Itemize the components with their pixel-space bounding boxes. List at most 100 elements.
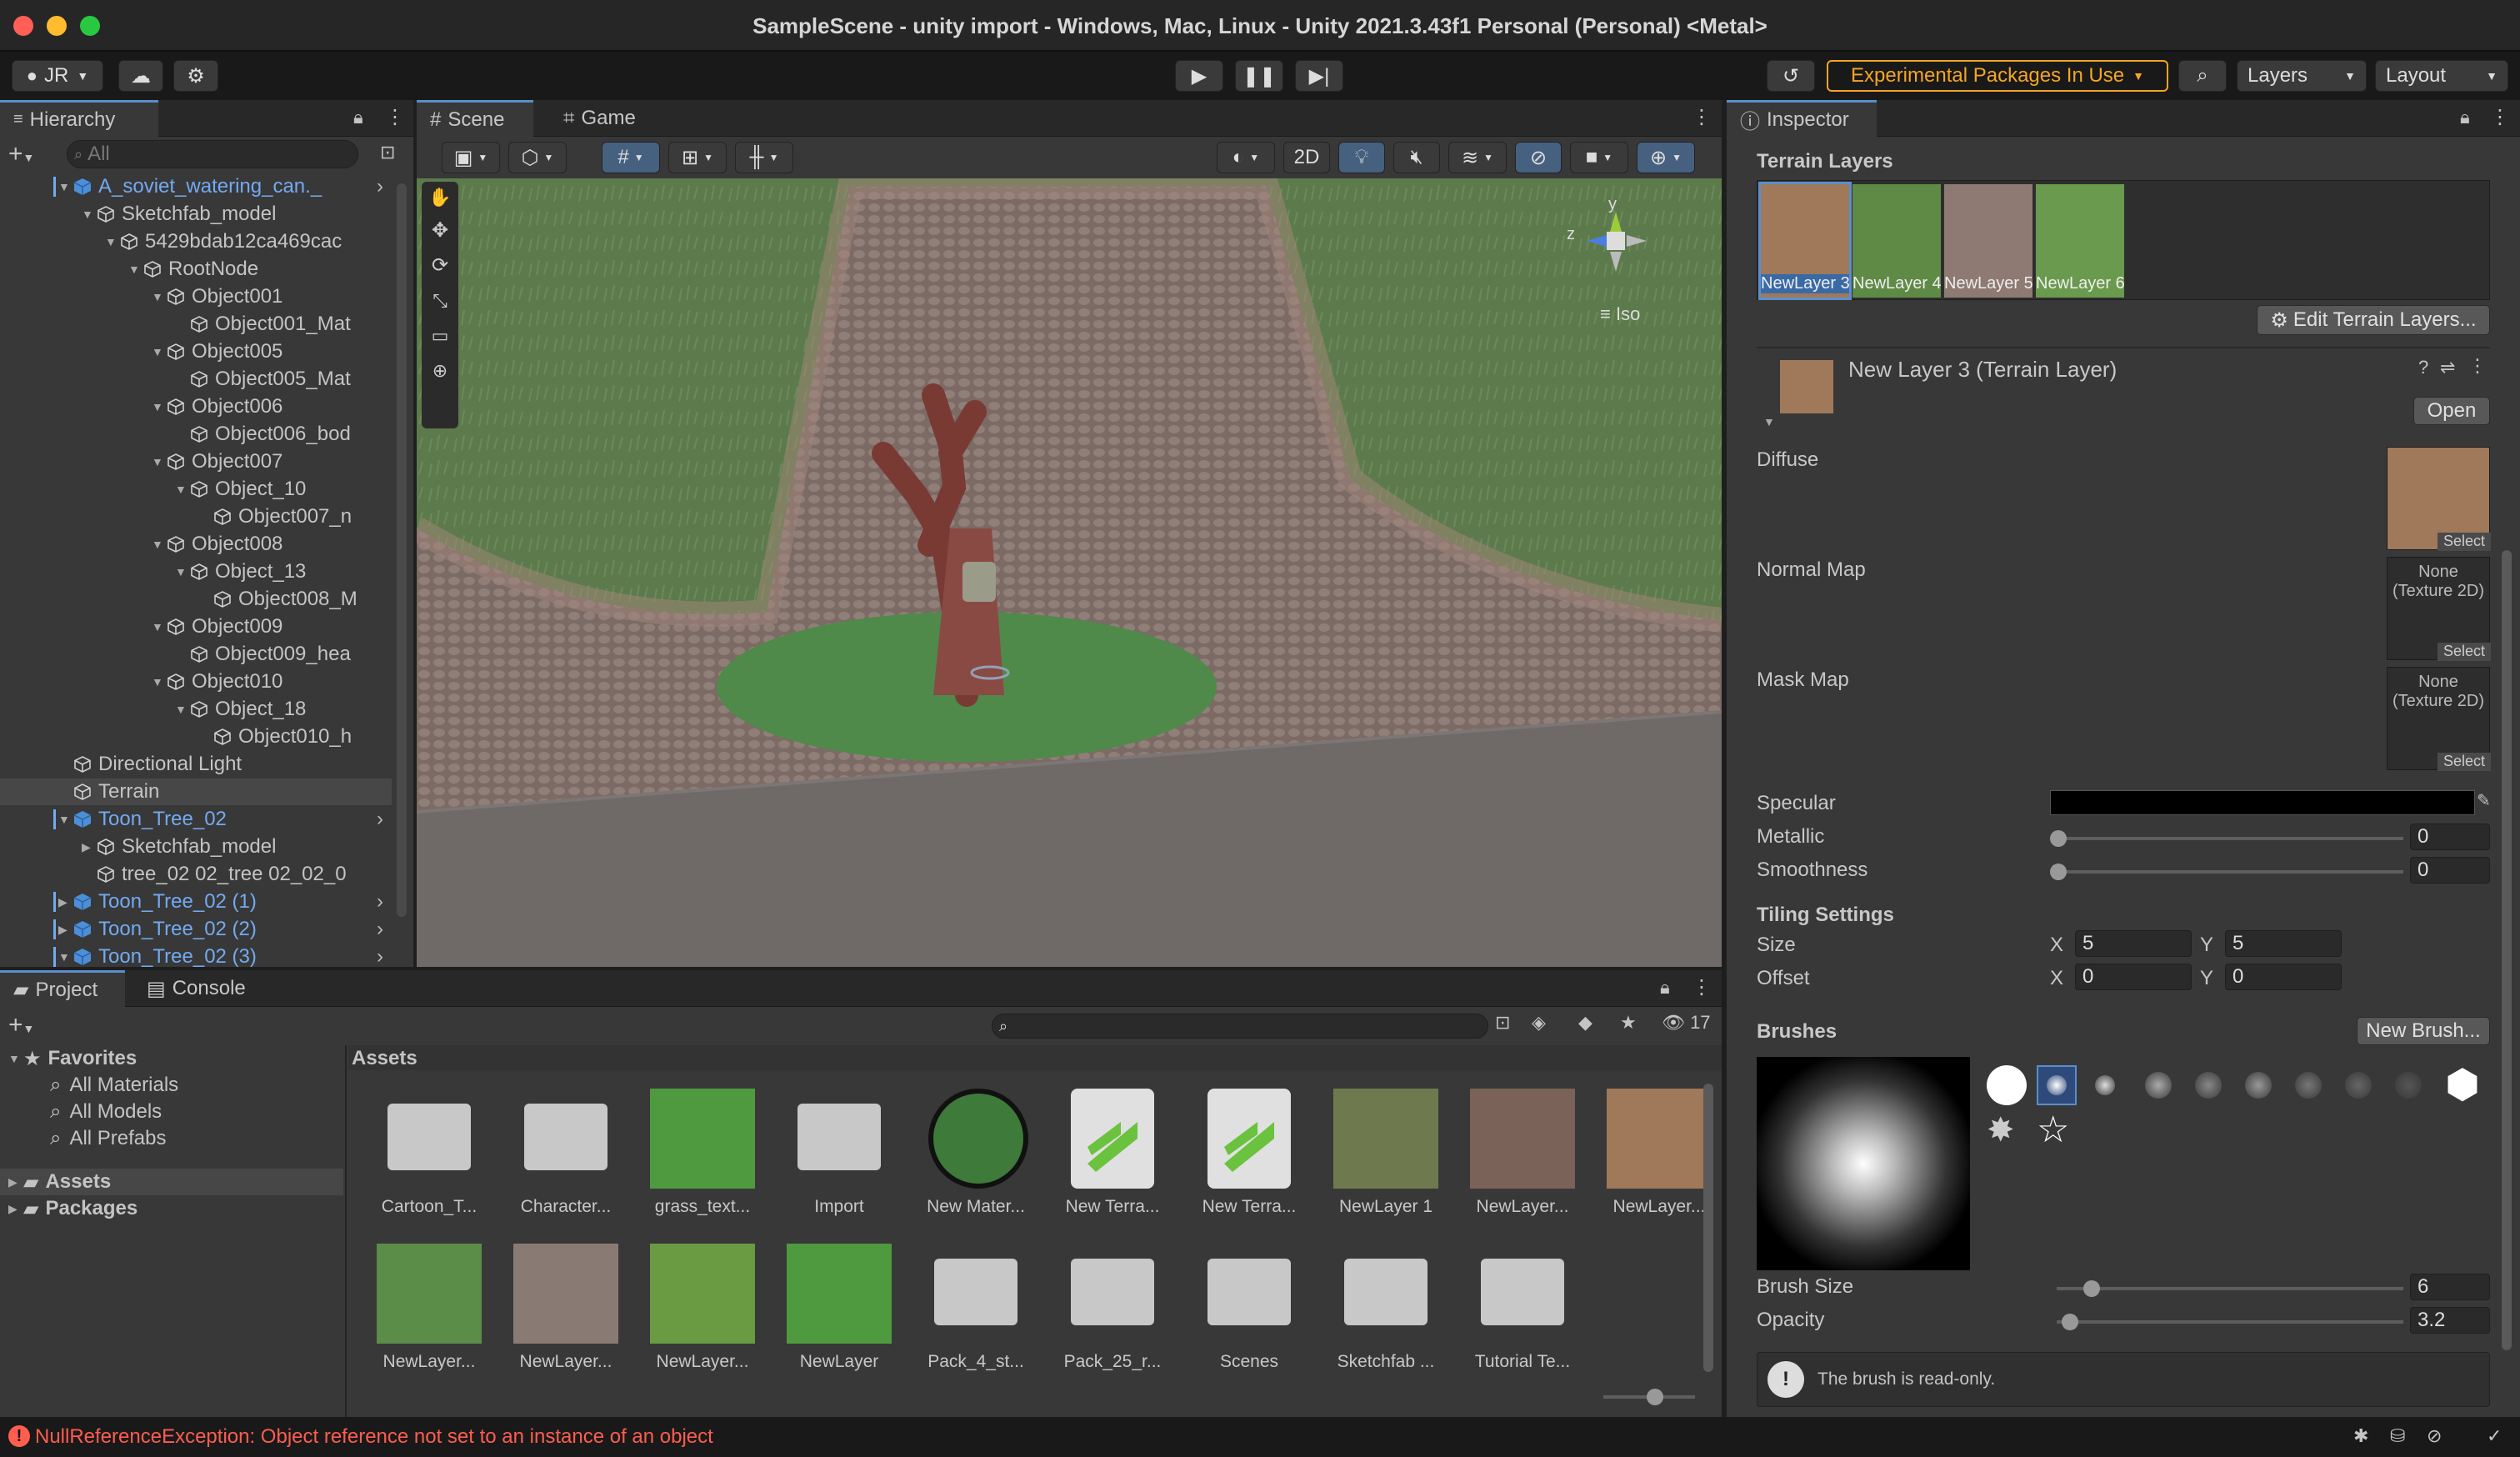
asset-item[interactable]: NewLayer (777, 1242, 902, 1389)
fold-open-icon[interactable]: ▼ (175, 483, 190, 496)
normal-map-texture-slot[interactable]: None (Texture 2D) Select (2387, 557, 2491, 661)
gizmo-neg-y-arrow[interactable] (1610, 252, 1622, 272)
play-button[interactable]: ▶ (1175, 60, 1223, 92)
asset-item[interactable]: Cartoon_T... (367, 1087, 492, 1234)
fold-open-icon[interactable]: ▼ (152, 675, 167, 688)
mask-map-texture-slot[interactable]: None (Texture 2D) Select (2387, 667, 2491, 771)
checkmark-icon[interactable]: ✓ (2487, 1425, 2502, 1447)
scene-visibility-toggle[interactable]: ⊘ (1515, 142, 1562, 173)
smoothness-input[interactable]: 0 (2410, 857, 2490, 884)
mask-select-button[interactable]: Select (2438, 753, 2491, 771)
hierarchy-item[interactable]: Terrain (0, 779, 392, 805)
asset-item[interactable]: Pack_4_st... (913, 1242, 1038, 1389)
tab-inspector[interactable]: ⓘ Inspector (1727, 100, 1877, 137)
gizmo-y-arrow[interactable] (1610, 212, 1622, 232)
gizmo-x-arrow[interactable] (1627, 235, 1647, 247)
brush-size-slider-knob[interactable] (2083, 1280, 2100, 1297)
brush-noise-3[interactable] (2245, 1072, 2272, 1099)
hidden-packages-toggle[interactable]: 👁︎ 17 (1662, 1012, 1711, 1034)
gpu-icon[interactable]: ⊘ (2427, 1425, 2442, 1447)
lighting-toggle[interactable]: 💡︎ (1338, 142, 1385, 173)
pause-button[interactable]: ❚❚ (1235, 60, 1283, 92)
opacity-input[interactable]: 3.2 (2410, 1307, 2490, 1334)
tag-icon[interactable]: ◆ (1578, 1012, 1592, 1034)
hierarchy-scrollbar[interactable] (397, 183, 407, 917)
open-button[interactable]: Open (2413, 397, 2490, 425)
size-y-input[interactable]: 5 (2225, 930, 2342, 957)
hierarchy-item[interactable]: ▶ Toon_Tree_02 (1) › (0, 889, 392, 915)
asset-item[interactable]: Pack_25_r... (1050, 1242, 1175, 1389)
fold-closed-icon[interactable]: ▶ (58, 895, 73, 909)
brush-size-slider-track[interactable] (2057, 1287, 2403, 1290)
brush-star[interactable]: ☆ (2037, 1112, 2069, 1149)
projection-toggle[interactable]: ≡ Iso (1600, 303, 1640, 325)
tab-scene[interactable]: # Scene (417, 100, 533, 137)
fold-open-icon[interactable]: ▼ (58, 813, 73, 826)
draw-mode-dropdown[interactable]: ◐ ▼ (1217, 142, 1275, 173)
opacity-slider-knob[interactable] (2062, 1314, 2078, 1330)
hierarchy-item[interactable]: ▼ Object_10 (0, 476, 392, 503)
create-button[interactable]: +▼ (8, 140, 50, 168)
hierarchy-item[interactable]: ▼ RootNode (0, 256, 392, 283)
inspector-scrollbar[interactable] (2502, 550, 2512, 1350)
hierarchy-item[interactable]: ▶ Sketchfab_model (0, 834, 392, 860)
favorite-item[interactable]: ⌕ All Materials (50, 1072, 178, 1099)
offset-y-input[interactable]: 0 (2225, 964, 2342, 990)
fold-closed-icon[interactable]: ▶ (58, 923, 73, 937)
hierarchy-item[interactable]: ▼ Toon_Tree_02 (3) › (0, 944, 392, 967)
more-options-icon[interactable]: ⋮ (1692, 975, 1712, 999)
asset-item[interactable]: NewLayer... (640, 1242, 765, 1389)
icon-size-slider-knob[interactable] (1647, 1389, 1663, 1405)
brush-noise-5[interactable] (2345, 1072, 2372, 1099)
chevron-right-icon[interactable]: › (377, 808, 383, 831)
account-dropdown[interactable]: ● JR ▼ (12, 60, 103, 92)
asset-item[interactable]: NewLayer... (367, 1242, 492, 1389)
hierarchy-item[interactable]: ▼ A_soviet_watering_can._ › (0, 173, 392, 200)
preset-icon[interactable]: ⇌ (2440, 357, 2455, 378)
brush-soft-circle[interactable] (2037, 1065, 2077, 1105)
tab-game[interactable]: ⌗ Game (550, 100, 658, 137)
terrain-layer-thumb[interactable]: NewLayer 6 (2036, 184, 2124, 298)
gizmos-dropdown[interactable]: ⊕ ▼ (1637, 142, 1695, 173)
metallic-slider-track[interactable] (2057, 837, 2403, 840)
brush-starburst[interactable]: ✸ (1987, 1114, 2015, 1147)
more-options-icon[interactable]: ⋮ (2490, 105, 2510, 129)
tool-handle-dropdown[interactable]: ▣ ▼ (442, 142, 500, 173)
hierarchy-item[interactable]: Object006_bod (0, 421, 392, 448)
search-button[interactable]: ⌕ (2178, 60, 2227, 92)
grid-snap-dropdown[interactable]: # ▼ (602, 142, 660, 173)
rect-tool-icon[interactable]: ▭ (422, 318, 458, 353)
gizmo-z-arrow[interactable] (1587, 235, 1607, 247)
tab-console[interactable]: ▤ Console (133, 970, 267, 1007)
2d-toggle[interactable]: 2D (1283, 142, 1330, 173)
hierarchy-item[interactable]: ▼ Object_13 (0, 558, 392, 585)
brush-hexagon[interactable]: ⬢ (2445, 1065, 2480, 1105)
metallic-input[interactable]: 0 (2410, 824, 2490, 850)
terrain-layer-thumb[interactable]: NewLayer 4 (1852, 184, 1941, 298)
cloud-button[interactable]: ☁ (118, 60, 163, 92)
scene-viewport[interactable]: ✋ ✥ ⟳ ⤡ ▭ ⊕ y z ≡ Iso (417, 178, 1722, 967)
chevron-right-icon[interactable]: › (377, 945, 383, 967)
rotate-tool-icon[interactable]: ⟳ (422, 248, 458, 283)
gizmo-center[interactable] (1607, 232, 1625, 250)
fold-open-icon[interactable]: ▼ (128, 263, 143, 276)
terrain-layer-thumb[interactable]: NewLayer 5 (1944, 184, 2032, 298)
asset-item[interactable]: grass_text... (640, 1087, 765, 1234)
help-icon[interactable]: ? (2418, 357, 2428, 378)
star-icon[interactable]: ★ (1620, 1012, 1637, 1034)
chevron-right-icon[interactable]: › (377, 175, 383, 198)
hierarchy-item[interactable]: ▼ Object008 (0, 531, 392, 558)
tab-project[interactable]: ▰ Project (0, 970, 125, 1007)
ruler-dropdown[interactable]: ╫ ▼ (735, 142, 793, 173)
lock-icon[interactable]: 🔒︎ (353, 107, 363, 128)
hierarchy-item[interactable]: ▼ Object009 (0, 613, 392, 640)
hierarchy-item[interactable]: ▶ Toon_Tree_02 (2) › (0, 916, 392, 943)
new-brush-button[interactable]: New Brush... (2357, 1017, 2490, 1045)
create-asset-button[interactable]: +▼ (8, 1012, 34, 1042)
move-tool-icon[interactable]: ✥ (422, 213, 458, 248)
fold-open-icon[interactable]: ▼ (152, 400, 167, 413)
scale-tool-icon[interactable]: ⤡ (422, 283, 458, 318)
specular-color-field[interactable] (2050, 790, 2475, 815)
brush-hard-circle[interactable] (1987, 1065, 2027, 1105)
cache-icon[interactable]: ⛁ (2390, 1425, 2405, 1447)
